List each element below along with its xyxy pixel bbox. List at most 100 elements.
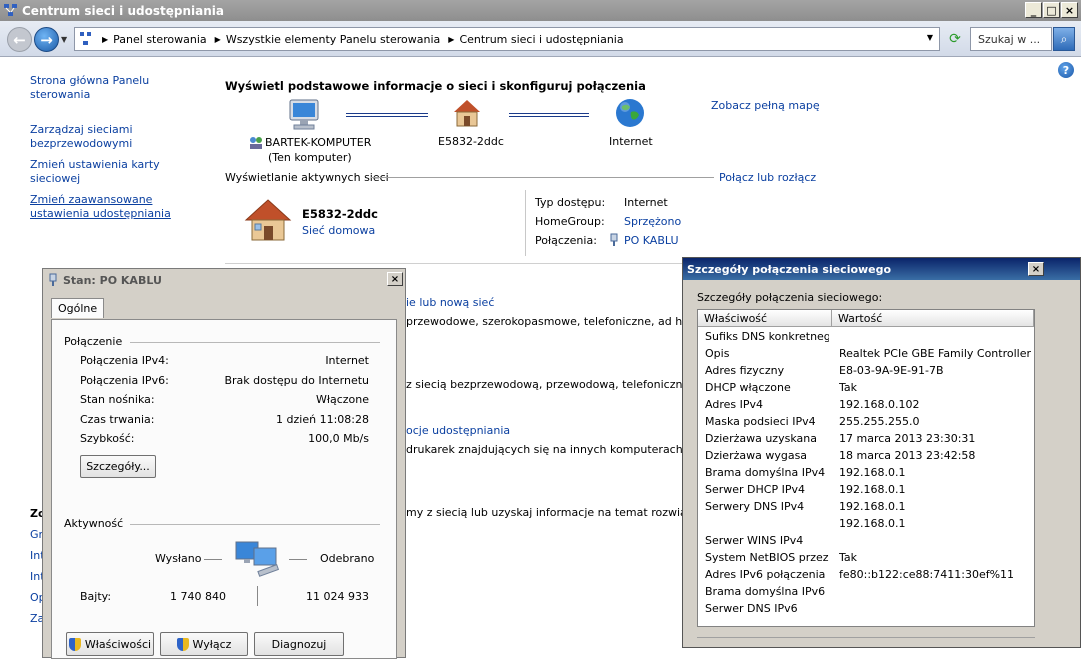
network-users-icon bbox=[250, 137, 262, 149]
sharing-options-link[interactable]: ocje udostępniania bbox=[406, 424, 510, 437]
details-row[interactable]: Brama domyślna IPv6 bbox=[698, 584, 1028, 601]
details-row[interactable]: Maska podsieci IPv4 255.255.255.0 bbox=[698, 414, 1028, 431]
home-network-large-icon[interactable] bbox=[244, 198, 292, 242]
sidebar-item-advanced-sharing[interactable]: Zmień zaawansowane ustawienia udostępnia… bbox=[30, 193, 198, 221]
ipv6-label: Połączenia IPv6: bbox=[80, 374, 169, 387]
duration-value: 1 dzień 11:08:28 bbox=[276, 413, 369, 426]
access-type-label: Typ dostępu: bbox=[535, 196, 606, 209]
details-row[interactable]: Brama domyślna IPv4 192.168.0.1 bbox=[698, 465, 1028, 482]
chevron-right-icon[interactable]: ▶ bbox=[102, 35, 108, 44]
details-row-property: Dzierżawa wygasa bbox=[705, 449, 808, 462]
group-divider bbox=[130, 342, 380, 343]
close-button[interactable]: × bbox=[1061, 2, 1078, 18]
sidebar-item-adapter[interactable]: Zmień ustawienia karty sieciowej bbox=[30, 158, 200, 186]
breadcrumb-item[interactable]: ▶ Centrum sieci i udostępniania bbox=[440, 33, 623, 46]
status-dialog-title: Stan: PO KABLU bbox=[63, 273, 162, 287]
details-row[interactable]: Serwer WINS IPv4 bbox=[698, 533, 1028, 550]
breadcrumb-item[interactable]: ▶ Wszystkie elementy Panelu sterowania bbox=[207, 33, 441, 46]
computer-sublabel: (Ten komputer) bbox=[268, 151, 352, 164]
history-dropdown-icon[interactable]: ▼ bbox=[61, 35, 67, 44]
details-row-property: Serwer WINS IPv4 bbox=[705, 534, 804, 547]
search-button[interactable]: ⌕ bbox=[1053, 27, 1075, 51]
connect-disconnect-link[interactable]: Połącz lub rozłącz bbox=[719, 171, 816, 184]
activity-dash bbox=[204, 559, 222, 560]
ethernet-icon bbox=[49, 273, 57, 286]
details-row[interactable]: Adres IPv6 połączenia l... fe80::b122:ce8… bbox=[698, 567, 1028, 584]
chevron-right-icon[interactable]: ▶ bbox=[448, 35, 454, 44]
details-row-property: System NetBIOS przez T... bbox=[705, 551, 829, 564]
forward-button[interactable]: → bbox=[34, 27, 59, 52]
troubleshoot-description: my z siecią lub uzyskaj informacje na te… bbox=[406, 506, 684, 519]
back-arrow-icon: ← bbox=[13, 30, 26, 49]
breadcrumb-item[interactable]: ▶ Panel sterowania bbox=[94, 33, 207, 46]
details-row[interactable]: Sufiks DNS konkretneg... bbox=[698, 329, 1028, 346]
details-dialog-titlebar: Szczegóły połączenia sieciowego bbox=[683, 258, 1080, 280]
details-row[interactable]: Dzierżawa wygasa 18 marca 2013 23:42:58 bbox=[698, 448, 1028, 465]
details-row-value: 255.255.255.0 bbox=[839, 415, 920, 428]
forward-arrow-icon: → bbox=[40, 30, 53, 49]
close-icon: × bbox=[1031, 263, 1041, 275]
details-row[interactable]: Adres fizyczny E8-03-9A-9E-91-7B bbox=[698, 363, 1028, 380]
full-map-link[interactable]: Zobacz pełną mapę bbox=[711, 99, 820, 112]
details-row-property: Serwery DNS IPv4 bbox=[705, 500, 805, 513]
media-state-value: Włączone bbox=[315, 393, 369, 406]
maximize-button[interactable]: □ bbox=[1043, 2, 1060, 18]
tab-general[interactable]: Ogólne bbox=[51, 298, 105, 318]
sidebar: Strona główna Panelu sterowania Zarządza… bbox=[30, 74, 200, 221]
details-dialog-close-button[interactable]: × bbox=[1028, 262, 1044, 276]
homegroup-link[interactable]: Sprzężono bbox=[624, 215, 681, 228]
sidebar-item-home[interactable]: Strona główna Panelu sterowania bbox=[30, 74, 200, 102]
disable-button[interactable]: Wyłącz bbox=[160, 632, 248, 656]
ethernet-icon bbox=[610, 233, 618, 246]
minimize-button[interactable]: _ bbox=[1025, 2, 1042, 18]
refresh-button[interactable]: ⟳ bbox=[944, 30, 966, 48]
details-row-property: Opis bbox=[705, 347, 730, 360]
details-row-value: E8-03-9A-9E-91-7B bbox=[839, 364, 944, 377]
details-dialog: Szczegóły połączenia sieciowego × Szczeg… bbox=[682, 257, 1081, 648]
properties-button[interactable]: Właściwości bbox=[66, 632, 154, 656]
column-header-property[interactable]: Właściwość bbox=[698, 310, 832, 327]
control-panel-icon bbox=[80, 32, 91, 45]
details-row[interactable]: Serwer DHCP IPv4 192.168.0.1 bbox=[698, 482, 1028, 499]
chevron-right-icon[interactable]: ▶ bbox=[215, 35, 221, 44]
details-subtitle: Szczegóły połączenia sieciowego: bbox=[697, 291, 883, 304]
details-button[interactable]: Szczegóły... bbox=[80, 455, 156, 478]
details-row[interactable]: System NetBIOS przez T... Tak bbox=[698, 550, 1028, 567]
details-row-property: Serwer DNS IPv6 bbox=[705, 602, 798, 615]
details-row-value: 192.168.0.1 bbox=[839, 483, 906, 496]
setup-new-connection-link[interactable]: ie lub nową sieć bbox=[406, 296, 494, 309]
group-divider bbox=[130, 524, 380, 525]
help-icon[interactable]: ? bbox=[1058, 62, 1074, 78]
column-header-value[interactable]: Wartość bbox=[832, 310, 1034, 327]
details-row[interactable]: Serwer DNS IPv6 bbox=[698, 601, 1028, 618]
connection-link[interactable]: PO KABLU bbox=[624, 234, 679, 247]
details-row[interactable]: Serwery DNS IPv4 192.168.0.1 bbox=[698, 499, 1028, 516]
back-button[interactable]: ← bbox=[7, 27, 32, 52]
internet-globe-icon[interactable] bbox=[614, 97, 646, 129]
window-title: Centrum sieci i udostępniania bbox=[22, 3, 224, 18]
address-box[interactable]: ▶ Panel sterowania ▶ Wszystkie elementy Pa… bbox=[74, 27, 940, 51]
details-row[interactable]: DHCP włączone Tak bbox=[698, 380, 1028, 397]
connection-line bbox=[509, 113, 589, 117]
details-row[interactable]: Opis Realtek PCIe GBE Family Controller bbox=[698, 346, 1031, 363]
details-row-value: Tak bbox=[839, 381, 858, 394]
status-dialog-close-button[interactable]: × bbox=[387, 272, 403, 286]
details-list[interactable]: Właściwość Wartość Sufiks DNS konkretneg… bbox=[697, 309, 1035, 627]
details-row-property: Dzierżawa uzyskana bbox=[705, 432, 817, 445]
network-type-link[interactable]: Sieć domowa bbox=[302, 224, 375, 237]
bytes-label: Bajty: bbox=[80, 590, 112, 603]
details-row[interactable]: Dzierżawa uzyskana 17 marca 2013 23:30:31 bbox=[698, 431, 1028, 448]
address-dropdown-icon[interactable]: ▼ bbox=[927, 33, 933, 42]
sidebar-item-wireless[interactable]: Zarządzaj sieciami bezprzewodowymi bbox=[30, 123, 140, 151]
details-row[interactable]: 192.168.0.1 bbox=[698, 516, 1028, 533]
network-center-icon bbox=[4, 4, 17, 16]
access-type-value: Internet bbox=[624, 196, 668, 209]
details-row[interactable]: Adres IPv4 192.168.0.102 bbox=[698, 397, 1028, 414]
network-name: E5832-2ddc bbox=[302, 207, 378, 221]
home-network-icon[interactable] bbox=[452, 98, 482, 128]
details-row-value: 17 marca 2013 23:30:31 bbox=[839, 432, 976, 445]
details-row-value: Tak bbox=[839, 551, 858, 564]
search-input[interactable]: Szukaj w ... bbox=[970, 27, 1052, 51]
bytes-sent-value: 1 740 840 bbox=[170, 590, 226, 603]
diagnose-button[interactable]: Diagnozuj bbox=[254, 632, 344, 656]
